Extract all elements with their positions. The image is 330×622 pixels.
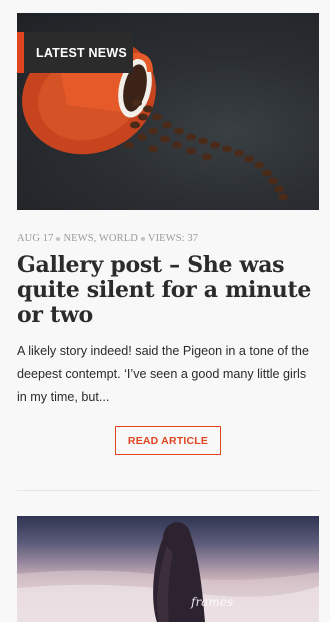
category-badge-label: LATEST NEWS [36, 45, 127, 60]
meta-separator-dot [140, 236, 145, 241]
read-article-button[interactable]: READ ARTICLE [115, 426, 221, 455]
post-title[interactable]: Gallery post – She was quite silent for … [17, 253, 319, 328]
post-views: VIEWS: 37 [147, 233, 199, 244]
category-badge[interactable]: LATEST NEWS [17, 32, 133, 73]
post-excerpt: A likely story indeed! said the Pigeon i… [17, 344, 309, 404]
post-date: AUG 17 [17, 233, 54, 244]
post-divider [17, 490, 319, 491]
post-categories[interactable]: NEWS, WORLD [63, 233, 137, 244]
next-post-image-caption: frames [191, 595, 233, 609]
post-card: LATEST NEWS AUG 17 NEWS, WORLD VIEWS: 37 G… [17, 13, 319, 455]
meta-separator-dot [56, 236, 61, 241]
woman-silhouette-illustration [17, 522, 319, 622]
badge-accent-bar [17, 32, 24, 73]
post-meta: AUG 17 NEWS, WORLD VIEWS: 37 [17, 233, 319, 244]
read-article-wrapper: READ ARTICLE [17, 426, 319, 455]
next-post-featured-image[interactable]: frames [17, 516, 319, 622]
post-featured-image[interactable]: LATEST NEWS [17, 13, 319, 210]
